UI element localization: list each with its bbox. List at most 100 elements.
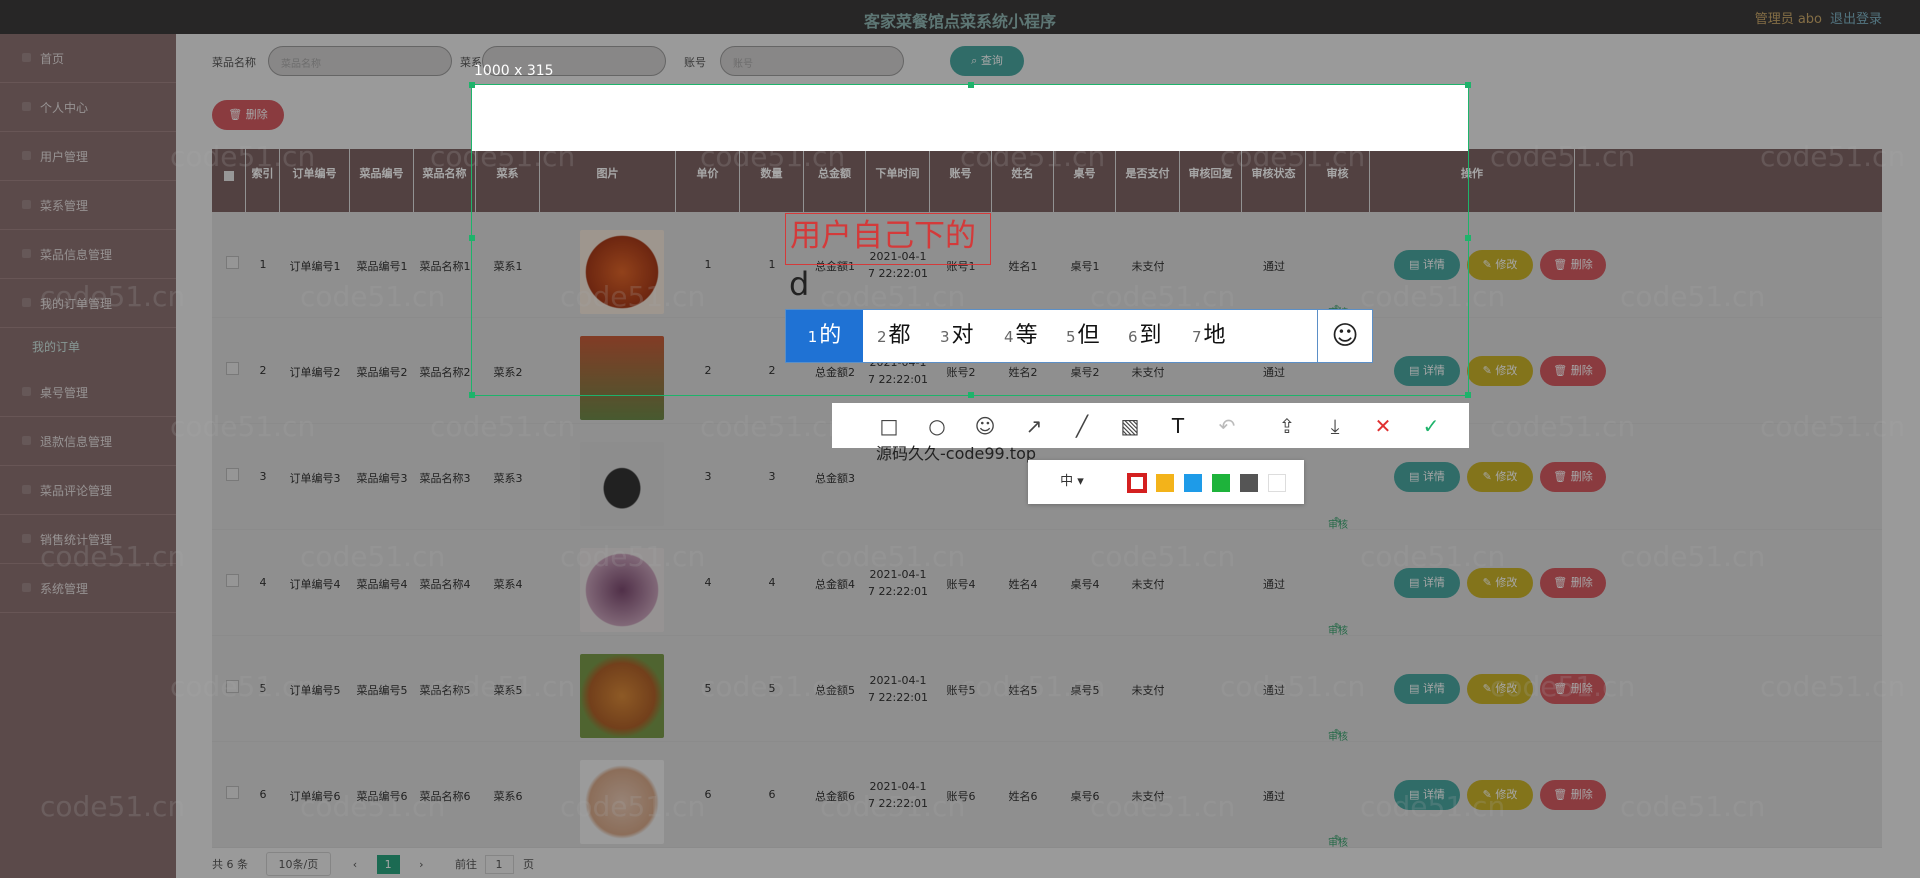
- ime-candidate-bar: ☺ 1的 2都 3对 4等 5但 6到 7地: [785, 309, 1373, 363]
- ime-candidate[interactable]: 7地: [1192, 310, 1226, 362]
- goto-input[interactable]: 1: [484, 855, 514, 874]
- emoji-tool-icon[interactable]: ☺: [971, 412, 999, 440]
- color-swatch[interactable]: [1268, 474, 1286, 492]
- arrow-tool-icon[interactable]: ↗: [1020, 412, 1048, 440]
- dish-name-label: 菜品名称: [212, 56, 256, 69]
- pen-tool-icon[interactable]: ╱: [1068, 412, 1096, 440]
- ime-candidate[interactable]: 1的: [786, 310, 863, 362]
- logout-link[interactable]: 退出登录: [1830, 8, 1882, 27]
- page-size-select[interactable]: 10条/页: [265, 852, 332, 876]
- detail-button[interactable]: ▤ 详情: [1394, 462, 1460, 492]
- edit-button[interactable]: ✎ 修改: [1467, 356, 1533, 386]
- confirm-icon[interactable]: ✓: [1417, 412, 1445, 440]
- delete-button[interactable]: 🗑 删除: [1540, 780, 1606, 810]
- resize-handle[interactable]: [469, 82, 475, 88]
- dish-name-input[interactable]: 菜品名称: [268, 46, 452, 76]
- search-button[interactable]: ⌕ 查询: [950, 46, 1024, 76]
- ime-candidate[interactable]: 4等: [1004, 310, 1038, 362]
- delete-button[interactable]: 🗑 删除: [1540, 462, 1606, 492]
- rectangle-tool-icon[interactable]: □: [875, 412, 903, 440]
- cell-value: 订单编号4: [289, 578, 341, 591]
- text-style-bar: 中 ▾: [1028, 460, 1304, 504]
- watermark-text: code51.cn: [700, 670, 846, 703]
- refund-icon: [22, 436, 31, 445]
- share-icon[interactable]: ⇪: [1273, 412, 1301, 440]
- watermark-text: code51.cn: [1760, 670, 1906, 703]
- sidebar-item-profile[interactable]: 个人中心: [0, 83, 176, 132]
- next-page-button[interactable]: ›: [419, 858, 423, 871]
- cell-code: 菜品编号5: [350, 636, 414, 741]
- cell-value: 订单编号1: [289, 260, 341, 273]
- row-checkbox[interactable]: [226, 574, 239, 587]
- ime-candidate[interactable]: 6到: [1128, 310, 1162, 362]
- color-swatch[interactable]: [1212, 474, 1230, 492]
- cell-value: 3: [704, 470, 712, 483]
- ime-candidate[interactable]: 5但: [1066, 310, 1100, 362]
- cell-value: 4: [704, 576, 712, 589]
- delete-button[interactable]: 🗑 删除: [1540, 568, 1606, 598]
- watermark-text: code51.cn: [1620, 540, 1766, 573]
- sidebar-item-my-orders[interactable]: 我的订单: [0, 328, 176, 368]
- cell-value: 菜品名称2: [419, 366, 471, 379]
- row-checkbox[interactable]: [226, 362, 239, 375]
- delete-button[interactable]: 🗑 删除: [1540, 356, 1606, 386]
- resize-handle[interactable]: [1465, 82, 1471, 88]
- watermark-text: code51.cn: [1760, 140, 1906, 173]
- sidebar-item-home[interactable]: 首页: [0, 34, 176, 83]
- color-swatch[interactable]: [1156, 474, 1174, 492]
- resize-handle[interactable]: [1465, 235, 1471, 241]
- emoji-icon[interactable]: ☺: [1317, 310, 1372, 362]
- text-tool-icon[interactable]: T: [1164, 412, 1192, 440]
- admin-label[interactable]: 管理员 abo: [1755, 8, 1822, 27]
- undo-icon[interactable]: ↶: [1213, 412, 1241, 440]
- resize-handle[interactable]: [469, 392, 475, 398]
- order-clock: 7 22:22:01: [868, 691, 928, 704]
- resize-handle[interactable]: [968, 82, 974, 88]
- cell-value: 账号4: [946, 578, 976, 591]
- watermark-text: code51.cn: [40, 540, 186, 573]
- row-checkbox[interactable]: [226, 468, 239, 481]
- color-swatch[interactable]: [1184, 474, 1202, 492]
- cell-value: 3: [259, 470, 267, 483]
- ellipse-tool-icon[interactable]: ○: [923, 412, 951, 440]
- edit-button[interactable]: ✎ 修改: [1467, 250, 1533, 280]
- sidebar-item-cuisine[interactable]: 菜系管理: [0, 181, 176, 230]
- account-input[interactable]: 账号: [720, 46, 904, 76]
- font-size-select[interactable]: 中 ▾: [1042, 472, 1102, 492]
- color-swatch[interactable]: [1240, 474, 1258, 492]
- watermark-text: code51.cn: [300, 540, 446, 573]
- sidebar-item-users[interactable]: 用户管理: [0, 132, 176, 181]
- sidebar-item-dishes[interactable]: 菜品信息管理: [0, 230, 176, 279]
- prev-page-button[interactable]: ‹: [353, 858, 357, 871]
- page-1-button[interactable]: 1: [376, 855, 400, 874]
- detail-button[interactable]: ▤ 详情: [1394, 674, 1460, 704]
- cancel-icon[interactable]: ✕: [1369, 412, 1397, 440]
- row-checkbox[interactable]: [226, 256, 239, 269]
- ime-candidate[interactable]: 3对: [940, 310, 974, 362]
- resize-handle[interactable]: [968, 392, 974, 398]
- trash-icon: 🗑: [228, 108, 246, 121]
- batch-delete-button[interactable]: 🗑 删除: [212, 100, 284, 130]
- mosaic-tool-icon[interactable]: ▧: [1116, 412, 1144, 440]
- cell-uname: 姓名6: [992, 742, 1054, 847]
- ime-candidate[interactable]: 2都: [877, 310, 911, 362]
- cell-value: 菜品名称3: [419, 472, 471, 485]
- sidebar-item-comments[interactable]: 菜品评论管理: [0, 466, 176, 515]
- user-icon: [22, 102, 31, 111]
- app-title: 客家菜餐馆点菜系统小程序: [863, 12, 1056, 31]
- trash-icon: 🗑: [1553, 576, 1571, 589]
- edit-button[interactable]: ✎ 修改: [1467, 462, 1533, 492]
- cell-cuisine: 菜系6: [476, 742, 540, 847]
- trash-icon: 🗑: [1553, 788, 1571, 801]
- cell-value: 2: [259, 364, 267, 377]
- text-annotation[interactable]: 用户自己下的: [785, 213, 991, 265]
- delete-button[interactable]: 🗑 删除: [1540, 250, 1606, 280]
- color-swatch[interactable]: [1127, 473, 1147, 493]
- sidebar-item-refunds[interactable]: 退款信息管理: [0, 417, 176, 466]
- watermark-text: code51.cn: [300, 280, 446, 313]
- row-checkbox[interactable]: [226, 786, 239, 799]
- resize-handle[interactable]: [1465, 392, 1471, 398]
- sidebar-item-tables[interactable]: 桌号管理: [0, 368, 176, 417]
- resize-handle[interactable]: [469, 235, 475, 241]
- download-icon[interactable]: ⤓: [1321, 412, 1349, 440]
